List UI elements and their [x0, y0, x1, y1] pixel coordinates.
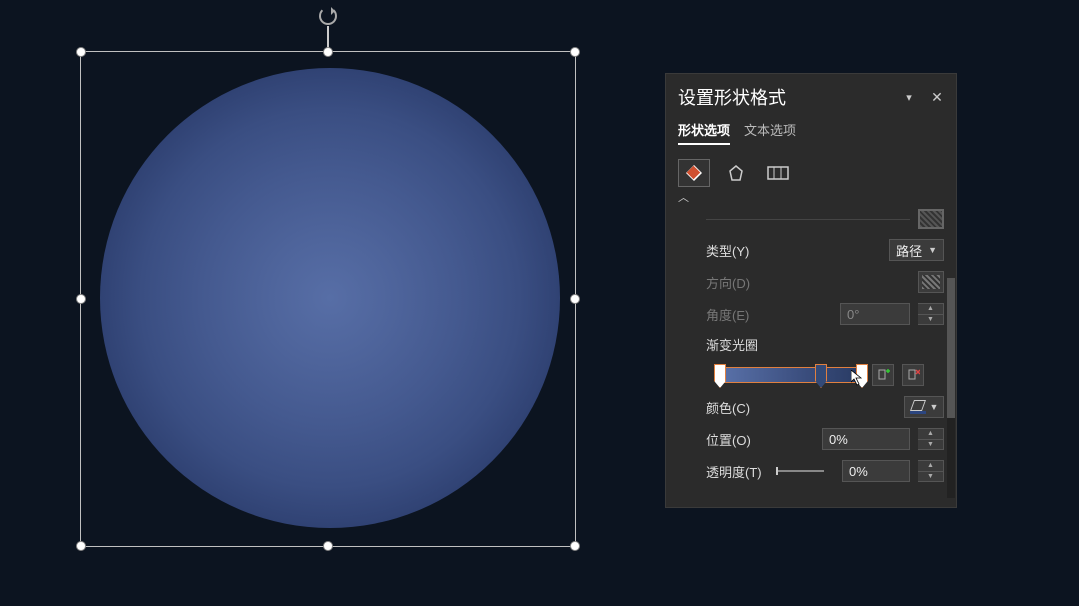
preset-row: [666, 209, 956, 235]
resize-handle-e[interactable]: [570, 294, 580, 304]
add-gradient-stop-button[interactable]: [872, 364, 894, 386]
pane-scrollbar[interactable]: [947, 278, 955, 498]
resize-handle-sw[interactable]: [76, 541, 86, 551]
transparency-spinner[interactable]: ▲ ▼: [918, 460, 944, 482]
gradient-stop-2[interactable]: [815, 364, 827, 388]
row-type: 类型(Y) 路径 ▼: [678, 239, 944, 261]
gradient-stop-3[interactable]: [856, 364, 868, 388]
resize-handle-w[interactable]: [76, 294, 86, 304]
label-angle: 角度(E): [678, 305, 764, 324]
label-gradient-stops: 渐变光圈: [678, 335, 944, 354]
transparency-step-down[interactable]: ▼: [918, 472, 943, 482]
pane-title: 设置形状格式: [678, 84, 902, 110]
size-properties-icon[interactable]: [762, 159, 794, 187]
fill-line-icon[interactable]: [678, 159, 710, 187]
transparency-input[interactable]: 0%: [842, 460, 910, 482]
position-input[interactable]: 0%: [822, 428, 910, 450]
type-value: 路径: [896, 241, 922, 260]
tab-shape-options[interactable]: 形状选项: [678, 120, 730, 145]
direction-preset-button[interactable]: [918, 271, 944, 293]
transparency-step-up[interactable]: ▲: [918, 461, 943, 472]
label-position: 位置(O): [678, 430, 764, 449]
fill-properties: 类型(Y) 路径 ▼ 方向(D) 角度(E) 0° ▲ ▼ 渐变光圈: [666, 235, 956, 490]
label-type: 类型(Y): [678, 241, 764, 260]
chevron-down-icon: ▼: [930, 402, 939, 412]
label-color: 颜色(C): [678, 398, 764, 417]
row-gradient-stops: [678, 364, 944, 386]
rotate-handle[interactable]: [319, 7, 337, 25]
gradient-stop-1[interactable]: [714, 364, 726, 388]
effects-icon[interactable]: [720, 159, 752, 187]
remove-gradient-stop-button[interactable]: [902, 364, 924, 386]
resize-handle-ne[interactable]: [570, 47, 580, 57]
position-step-up[interactable]: ▲: [918, 429, 943, 440]
row-direction: 方向(D): [678, 271, 944, 293]
format-shape-pane: 设置形状格式 ✕ 形状选项 文本选项 ︿: [665, 73, 957, 508]
preset-divider: [706, 219, 910, 220]
resize-handle-nw[interactable]: [76, 47, 86, 57]
label-transparency: 透明度(T): [678, 462, 764, 481]
pane-header: 设置形状格式 ✕: [666, 74, 956, 116]
paint-bucket-icon: [910, 400, 926, 414]
preset-swatch-button[interactable]: [918, 209, 944, 229]
transparency-slider[interactable]: [778, 470, 824, 472]
position-step-down[interactable]: ▼: [918, 440, 943, 450]
position-spinner[interactable]: ▲ ▼: [918, 428, 944, 450]
pane-close-button[interactable]: ✕: [930, 90, 944, 104]
resize-handle-n[interactable]: [323, 47, 333, 57]
row-transparency: 透明度(T) 0% ▲ ▼: [678, 460, 944, 482]
resize-handle-s[interactable]: [323, 541, 333, 551]
pane-options-dropdown[interactable]: [902, 90, 916, 104]
angle-spinner: ▲ ▼: [918, 303, 944, 325]
label-direction: 方向(D): [678, 273, 764, 292]
tab-text-options[interactable]: 文本选项: [744, 120, 796, 145]
chevron-down-icon: ▼: [928, 245, 937, 255]
angle-input: 0°: [840, 303, 910, 325]
type-select[interactable]: 路径 ▼: [889, 239, 944, 261]
resize-handle-se[interactable]: [570, 541, 580, 551]
category-icon-row: [666, 153, 956, 187]
pane-tabs: 形状选项 文本选项: [666, 116, 956, 153]
row-color: 颜色(C) ▼: [678, 396, 944, 418]
row-angle: 角度(E) 0° ▲ ▼: [678, 303, 944, 325]
selection-bounding-box: [80, 51, 576, 547]
angle-step-up: ▲: [918, 304, 943, 315]
gradient-stops-bar[interactable]: [718, 367, 864, 383]
section-collapse-arrow[interactable]: ︿: [666, 187, 956, 209]
hatch-swatch-icon: [922, 275, 940, 289]
row-position: 位置(O) 0% ▲ ▼: [678, 428, 944, 450]
color-picker-button[interactable]: ▼: [904, 396, 944, 418]
pane-scrollbar-thumb[interactable]: [947, 278, 955, 418]
angle-step-down: ▼: [918, 315, 943, 325]
